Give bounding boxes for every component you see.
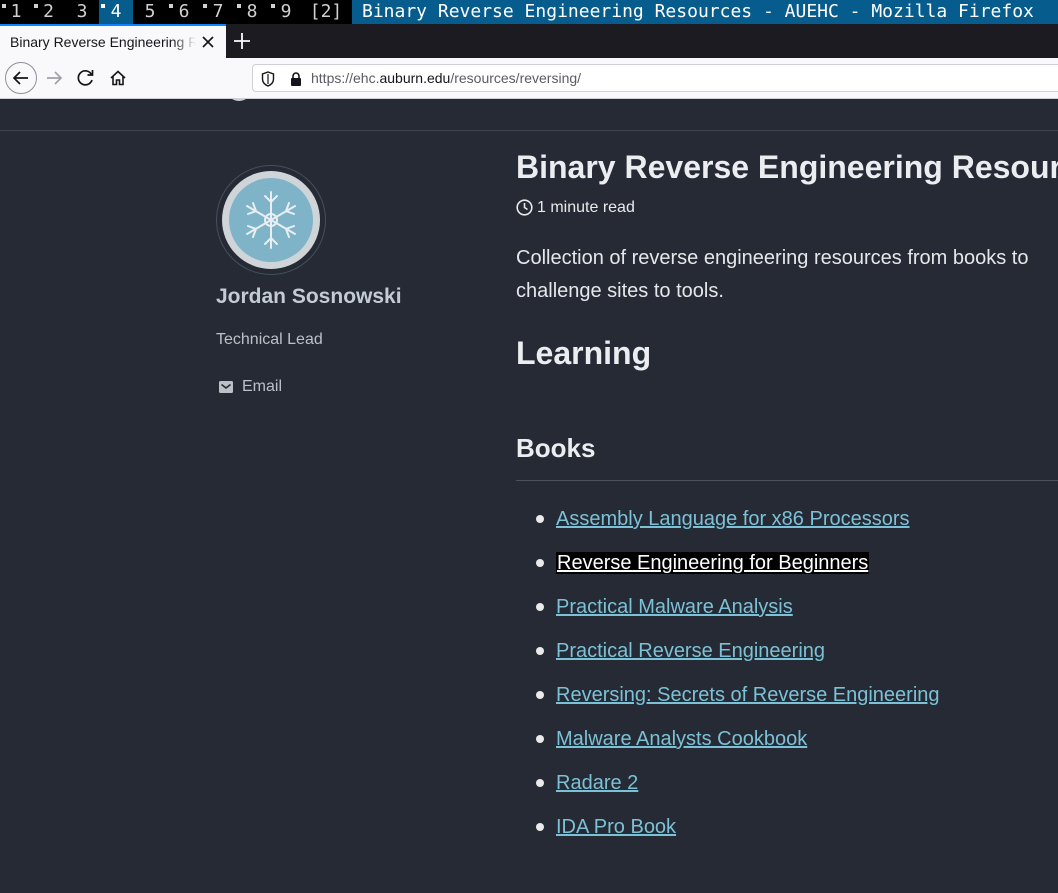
page-content: Jordan Sosnowski Technical Lead Email Bi… bbox=[0, 99, 1058, 893]
workspace-9[interactable]: 9 bbox=[269, 0, 303, 24]
book-list: Assembly Language for x86 Processors Reve… bbox=[536, 505, 940, 857]
list-item: Practical Malware Analysis bbox=[536, 593, 940, 637]
arrow-right-icon bbox=[47, 71, 63, 85]
url-domain: auburn.edu bbox=[379, 70, 451, 86]
reload-icon bbox=[77, 70, 94, 86]
workspace-label: 2 bbox=[43, 1, 54, 22]
navigation-toolbar: https://ehc.auburn.edu/resources/reversi… bbox=[0, 58, 1058, 99]
book-link[interactable]: Reversing: Secrets of Reverse Engineerin… bbox=[556, 684, 940, 706]
bullet-icon bbox=[536, 647, 544, 655]
workspace-2[interactable]: 2 bbox=[32, 0, 65, 24]
author-name: Jordan Sosnowski bbox=[216, 285, 402, 308]
site-logo[interactable] bbox=[226, 99, 252, 101]
layout-indicator: [2] bbox=[309, 1, 343, 22]
workspace-label: 8 bbox=[246, 1, 258, 22]
workspace-occupied-marker bbox=[237, 4, 241, 8]
list-item: Radare 2 bbox=[536, 769, 940, 813]
home-icon bbox=[110, 70, 126, 86]
bullet-icon bbox=[536, 559, 544, 567]
page-title: Binary Reverse Engineering Resources bbox=[516, 149, 1058, 185]
book-link[interactable]: Malware Analysts Cookbook bbox=[556, 728, 807, 750]
author-bio: Technical Lead bbox=[216, 331, 323, 348]
list-item: IDA Pro Book bbox=[536, 813, 940, 857]
page-excerpt: Collection of reverse engineering resour… bbox=[516, 247, 1029, 302]
workspace-label: 7 bbox=[212, 1, 224, 22]
bullet-icon bbox=[536, 515, 544, 523]
url-bar[interactable]: https://ehc.auburn.edu/resources/reversi… bbox=[252, 64, 1058, 92]
snowflake-icon bbox=[246, 191, 296, 249]
section-heading-learning: Learning bbox=[516, 335, 652, 371]
subsection-heading-books: Books bbox=[516, 433, 596, 463]
forward-button[interactable] bbox=[38, 62, 70, 94]
window-title: Binary Reverse Engineering Resources - A… bbox=[352, 0, 1058, 24]
workspace-occupied-marker bbox=[169, 4, 173, 8]
workspace-occupied-marker bbox=[203, 4, 207, 8]
heading-divider bbox=[516, 480, 1058, 481]
reload-button[interactable] bbox=[70, 62, 102, 94]
tab-title: Binary Reverse Engineering Resources - A… bbox=[10, 34, 196, 50]
workspace-label: 4 bbox=[110, 1, 122, 22]
bullet-icon bbox=[536, 823, 544, 831]
arrow-left-icon bbox=[12, 71, 28, 85]
list-item: Assembly Language for x86 Processors bbox=[536, 505, 940, 549]
workspace-8[interactable]: 8 bbox=[235, 0, 269, 24]
masthead-divider bbox=[0, 130, 1058, 131]
list-item: Reversing: Secrets of Reverse Engineerin… bbox=[536, 681, 940, 725]
new-tab-plus-icon[interactable] bbox=[230, 29, 254, 53]
url-path: /resources/reversing/ bbox=[450, 70, 582, 86]
workspace-label: 6 bbox=[178, 1, 190, 22]
workspace-6[interactable]: 6 bbox=[167, 0, 201, 24]
book-link[interactable]: Practical Malware Analysis bbox=[556, 596, 793, 618]
close-icon[interactable] bbox=[198, 32, 218, 52]
workspace-label: 5 bbox=[144, 1, 156, 22]
workspace-label: 9 bbox=[280, 1, 292, 22]
bullet-icon bbox=[536, 735, 544, 743]
bullet-icon bbox=[536, 691, 544, 699]
workspace-occupied-marker bbox=[271, 4, 275, 8]
book-link[interactable]: Practical Reverse Engineering bbox=[556, 640, 825, 662]
list-item: Reverse Engineering for Beginners bbox=[536, 549, 940, 593]
window-manager-bar: 12 3 4 5 6 7 8 9 [2] Binary Reverse Engineering… bbox=[0, 0, 1058, 24]
email-label: Email bbox=[242, 378, 283, 395]
lock-icon[interactable] bbox=[289, 71, 303, 87]
url-text: https://ehc.auburn.edu/resources/reversi… bbox=[311, 70, 581, 86]
book-link[interactable]: Radare 2 bbox=[556, 772, 638, 794]
author-avatar bbox=[216, 165, 326, 275]
workspace-5[interactable]: 5 bbox=[133, 0, 167, 24]
bullet-icon bbox=[536, 779, 544, 787]
book-link[interactable]: IDA Pro Book bbox=[556, 816, 676, 838]
shield-icon[interactable] bbox=[261, 71, 275, 87]
list-item: Practical Reverse Engineering bbox=[536, 637, 940, 681]
workspace-3[interactable]: 3 bbox=[65, 0, 99, 24]
workspace-1[interactable]: 1 bbox=[0, 0, 32, 24]
read-time-text: 1 minute read bbox=[537, 199, 635, 216]
workspace-7[interactable]: 7 bbox=[201, 0, 235, 24]
workspace-4[interactable]: 4 bbox=[99, 0, 133, 24]
workspace-label: 3 bbox=[76, 1, 88, 22]
bullet-icon bbox=[536, 603, 544, 611]
home-button[interactable] bbox=[102, 62, 134, 94]
url-prefix: https://ehc. bbox=[311, 70, 380, 86]
back-button[interactable] bbox=[5, 62, 37, 94]
envelope-icon bbox=[219, 381, 233, 393]
workspace-occupied-marker bbox=[101, 4, 105, 8]
book-link[interactable]: Reverse Engineering for Beginners bbox=[556, 552, 870, 574]
workspace-occupied-marker bbox=[2, 4, 6, 8]
book-link[interactable]: Assembly Language for x86 Processors bbox=[556, 508, 910, 530]
list-item: Malware Analysts Cookbook bbox=[536, 725, 940, 769]
workspace-occupied-marker bbox=[34, 4, 38, 8]
clock-icon bbox=[516, 199, 533, 216]
tab-active[interactable]: Binary Reverse Engineering Resources - A… bbox=[0, 24, 226, 58]
workspace-label: 1 bbox=[10, 1, 22, 22]
tab-strip: Binary Reverse Engineering Resources - A… bbox=[0, 24, 1058, 58]
